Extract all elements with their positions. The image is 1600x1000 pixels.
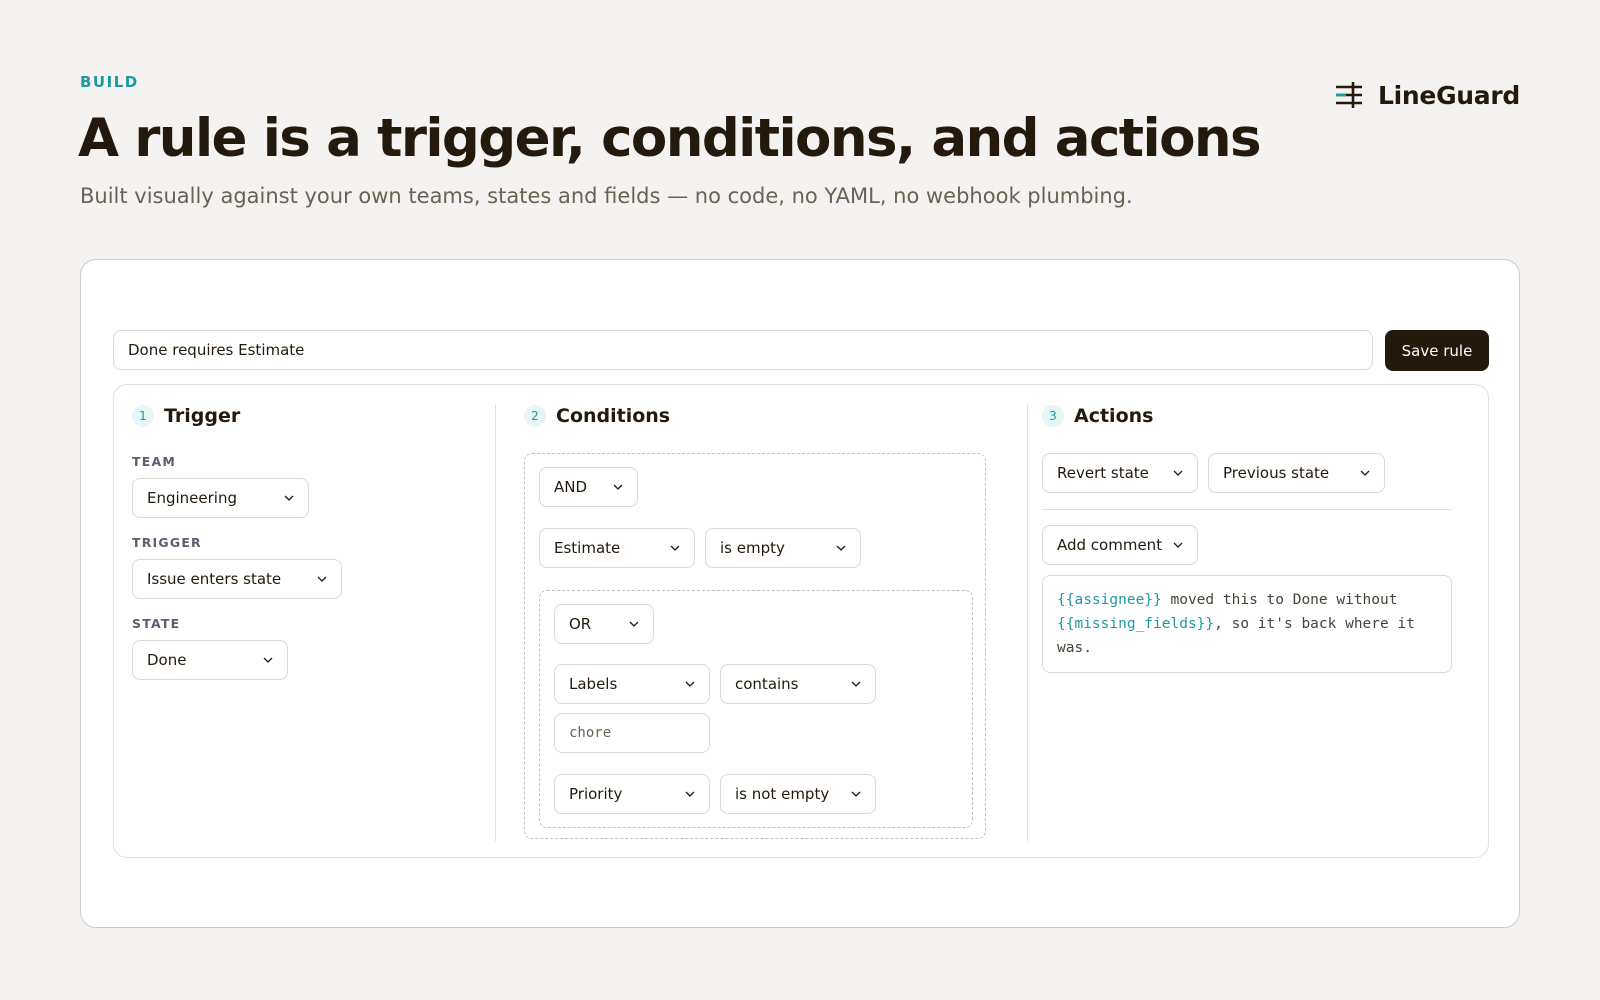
trigger-value: Issue enters state <box>147 570 282 588</box>
action-type-select[interactable]: Add comment <box>1042 525 1198 565</box>
team-value: Engineering <box>147 489 237 507</box>
condition-comparator-select[interactable]: is not empty <box>720 774 876 814</box>
chevron-down-icon <box>629 621 639 627</box>
and-operator-value: AND <box>554 478 588 496</box>
conditions-header: 2 Conditions <box>524 405 670 427</box>
chevron-down-icon <box>851 791 861 797</box>
condition-field-value: Labels <box>569 675 618 693</box>
chevron-down-icon <box>836 545 846 551</box>
step-number: 1 <box>132 405 154 427</box>
trigger-select[interactable]: Issue enters state <box>132 559 342 599</box>
template-variable: {{missing_fields}} <box>1057 616 1215 632</box>
actions-header: 3 Actions <box>1042 405 1153 427</box>
chevron-down-icon <box>851 681 861 687</box>
rule-name-value: Done requires Estimate <box>128 341 305 359</box>
chevron-down-icon <box>685 791 695 797</box>
page-title: A rule is a trigger, conditions, and act… <box>78 108 1262 169</box>
chevron-down-icon <box>613 484 623 490</box>
action-target-select[interactable]: Previous state <box>1208 453 1385 493</box>
state-label: STATE <box>132 616 181 631</box>
action-type-select[interactable]: Revert state <box>1042 453 1198 493</box>
condition-group-or: OR Labels contains chore Priority is not… <box>539 590 973 828</box>
condition-field-select[interactable]: Labels <box>554 664 710 704</box>
chevron-down-icon <box>1173 542 1183 548</box>
team-label: TEAM <box>132 454 176 469</box>
condition-value-placeholder: chore <box>569 725 612 741</box>
section-eyebrow: BUILD <box>80 73 139 91</box>
condition-field-select[interactable]: Priority <box>554 774 710 814</box>
chevron-down-icon <box>1173 470 1183 476</box>
action-target-value: Previous state <box>1223 464 1330 482</box>
step-number: 3 <box>1042 405 1064 427</box>
condition-field-value: Priority <box>569 785 623 803</box>
brand-name: LineGuard <box>1378 80 1520 110</box>
chevron-down-icon <box>1360 470 1370 476</box>
condition-field-select[interactable]: Estimate <box>539 528 695 568</box>
action-divider <box>1042 509 1452 510</box>
condition-comparator-value: is empty <box>720 539 785 557</box>
sliders-icon <box>1336 82 1363 108</box>
step-number: 2 <box>524 405 546 427</box>
or-operator-select[interactable]: OR <box>554 604 654 644</box>
chevron-down-icon <box>317 576 327 582</box>
chevron-down-icon <box>670 545 680 551</box>
condition-group-and: AND Estimate is empty OR Labels contains… <box>524 453 986 839</box>
rule-builder: 1 Trigger TEAM Engineering TRIGGER Issue… <box>113 384 1489 858</box>
comment-text: moved this to Done without <box>1161 592 1398 608</box>
condition-comparator-value: contains <box>735 675 799 693</box>
page-subtitle: Built visually against your own teams, s… <box>80 184 1133 208</box>
trigger-column: 1 Trigger TEAM Engineering TRIGGER Issue… <box>114 385 494 857</box>
state-value: Done <box>147 651 187 669</box>
column-divider <box>495 405 496 841</box>
chevron-down-icon <box>263 657 273 663</box>
brand[interactable]: LineGuard <box>1334 80 1520 110</box>
condition-comparator-select[interactable]: is empty <box>705 528 861 568</box>
action-type-value: Revert state <box>1057 464 1149 482</box>
team-select[interactable]: Engineering <box>132 478 309 518</box>
chevron-down-icon <box>685 681 695 687</box>
rule-editor-frame: Done requires Estimate Save rule 1 Trigg… <box>80 259 1520 928</box>
condition-value-input[interactable]: chore <box>554 713 710 753</box>
conditions-title: Conditions <box>556 405 671 427</box>
action-type-value: Add comment <box>1057 536 1163 554</box>
rule-name-input[interactable]: Done requires Estimate <box>113 330 1373 370</box>
actions-title: Actions <box>1074 405 1154 427</box>
comment-textarea[interactable]: {{assignee}} moved this to Done without … <box>1042 575 1452 673</box>
state-select[interactable]: Done <box>132 640 288 680</box>
trigger-label: TRIGGER <box>132 535 202 550</box>
and-operator-select[interactable]: AND <box>539 467 638 507</box>
trigger-title: Trigger <box>164 405 241 427</box>
condition-field-value: Estimate <box>554 539 621 557</box>
save-rule-button[interactable]: Save rule <box>1385 330 1489 371</box>
template-variable: {{assignee}} <box>1057 592 1162 608</box>
actions-column: 3 Actions Revert state Previous state Ad… <box>1028 385 1488 857</box>
condition-comparator-value: is not empty <box>735 785 830 803</box>
or-operator-value: OR <box>569 615 592 633</box>
conditions-column: 2 Conditions AND Estimate is empty OR La… <box>510 385 1020 857</box>
condition-comparator-select[interactable]: contains <box>720 664 876 704</box>
trigger-header: 1 Trigger <box>132 405 240 427</box>
chevron-down-icon <box>284 495 294 501</box>
